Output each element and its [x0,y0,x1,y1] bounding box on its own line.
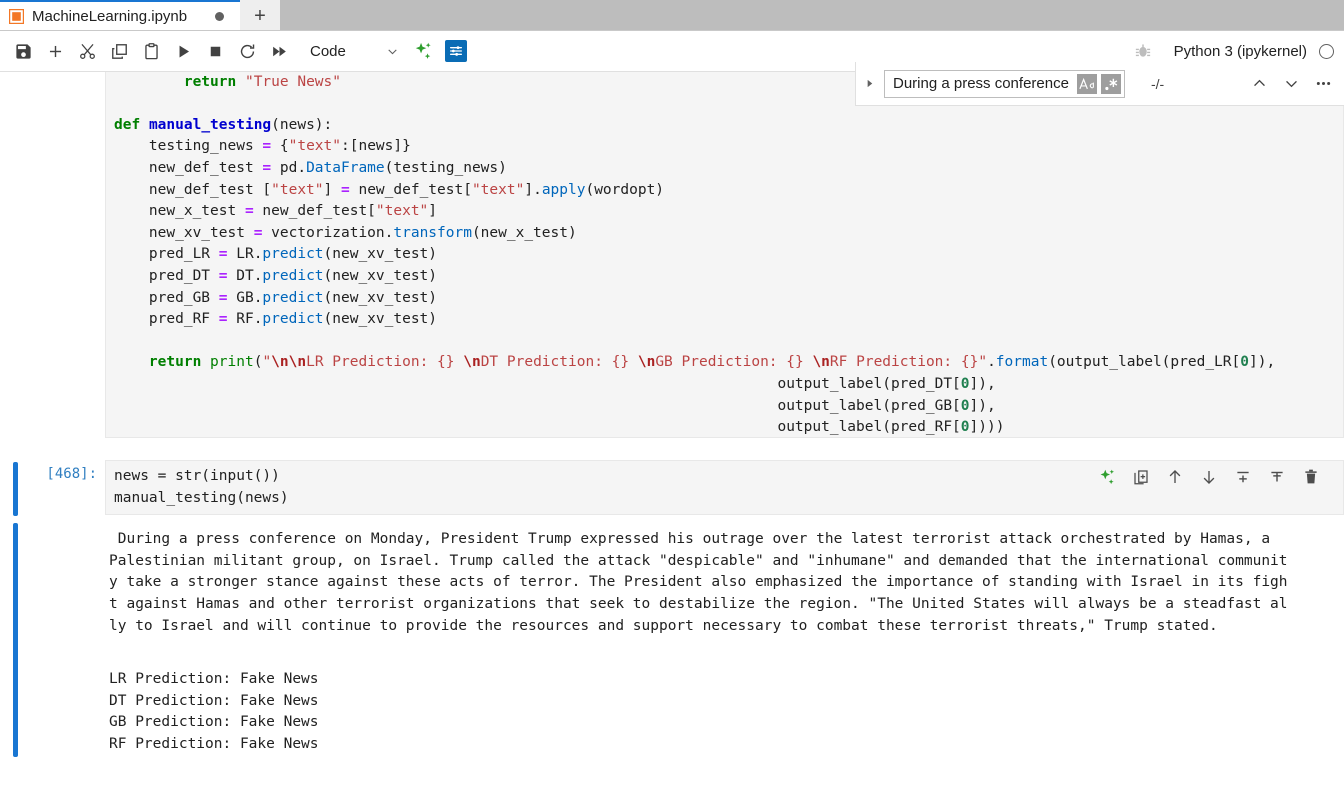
ai-assistant-button[interactable] [409,36,439,66]
code-line-1: news = str(input()) [114,468,280,484]
notebook-panel: elif n == 1: return "True News" def manu… [0,72,1344,800]
case-sensitive-toggle[interactable] [1076,73,1097,94]
prediction-line: LR Prediction: Fake News [109,671,319,688]
cell-type-select[interactable]: Code [310,38,399,64]
output-cell-marker [13,523,18,758]
move-cell-up-button[interactable] [1164,466,1186,488]
prediction-output: LR Prediction: Fake News DT Prediction: … [105,643,1344,761]
copy-button[interactable] [104,36,134,66]
search-bar: During a press conference -/- [855,62,1344,106]
restart-kernel-button[interactable] [232,36,262,66]
output-line: During a press conference on Monday, Pre… [109,531,1271,548]
paste-button[interactable] [136,36,166,66]
insert-cell-below-button[interactable] [1266,466,1288,488]
tab-title: MachineLearning.ipynb [32,8,188,25]
cell-prompt-468: [468]: [46,466,97,482]
cell-hover-toolbar [1096,462,1322,492]
kernel-status-icon[interactable] [1319,43,1334,59]
search-next-button[interactable] [1276,70,1306,98]
insert-cell-above-button[interactable] [1232,466,1254,488]
ai-cell-button[interactable] [1096,466,1118,488]
prediction-line: DT Prediction: Fake News [109,692,319,709]
kernel-name-label[interactable]: Python 3 (ipykernel) [1174,43,1307,60]
notebook-cell-active[interactable]: [468]: news = str(input()) manual_testin… [0,460,1344,516]
chevron-down-icon [386,45,399,58]
sliders-icon [444,40,467,62]
output-line: y take a stronger stance against these a… [109,574,1288,591]
unsaved-indicator-icon [215,12,224,21]
stdin-echo-output: During a press conference on Monday, Pre… [105,523,1344,643]
delete-cell-button[interactable] [1300,466,1322,488]
chevron-right-icon[interactable] [860,75,878,93]
search-input[interactable]: During a press conference [884,69,1125,98]
regex-toggle[interactable] [1100,73,1121,94]
save-button[interactable] [8,36,38,66]
search-match-count: -/- [1150,75,1165,92]
cut-button[interactable] [72,36,102,66]
code-line-2: manual_testing(news) [114,489,289,506]
prediction-line: RF Prediction: Fake News [109,735,319,752]
search-navigation [1244,70,1338,98]
restart-run-all-button[interactable] [264,36,294,66]
new-tab-button[interactable]: + [240,0,280,31]
cell-output-region: During a press conference on Monday, Pre… [0,523,1344,761]
search-more-options-button[interactable] [1308,70,1338,98]
tab-bar: MachineLearning.ipynb + [0,0,1344,31]
notebook-cell-upper[interactable]: elif n == 1: return "True News" def manu… [0,72,1344,438]
cell-type-value: Code [310,42,346,60]
stop-button[interactable] [200,36,230,66]
duplicate-cell-button[interactable] [1130,466,1152,488]
output-line: t against Hamas and other terrorist orga… [109,595,1288,612]
run-button[interactable] [168,36,198,66]
output-prompt [33,523,105,761]
search-previous-button[interactable] [1244,70,1274,98]
output-line: ly to Israel and will continue to provid… [109,617,1218,634]
prediction-line: GB Prediction: Fake News [109,714,319,731]
cell-prompt [33,72,105,438]
move-cell-down-button[interactable] [1198,466,1220,488]
active-cell-marker [13,462,18,516]
search-input-value: During a press conference [893,75,1069,92]
notebook-icon [8,9,24,25]
insert-cell-button[interactable] [40,36,70,66]
notebook-tab[interactable]: MachineLearning.ipynb [0,0,240,31]
settings-button[interactable] [441,36,471,66]
code-editor-upper[interactable]: elif n == 1: return "True News" def manu… [105,72,1344,438]
output-line: Palestinian militant group, on Israel. T… [109,552,1288,569]
